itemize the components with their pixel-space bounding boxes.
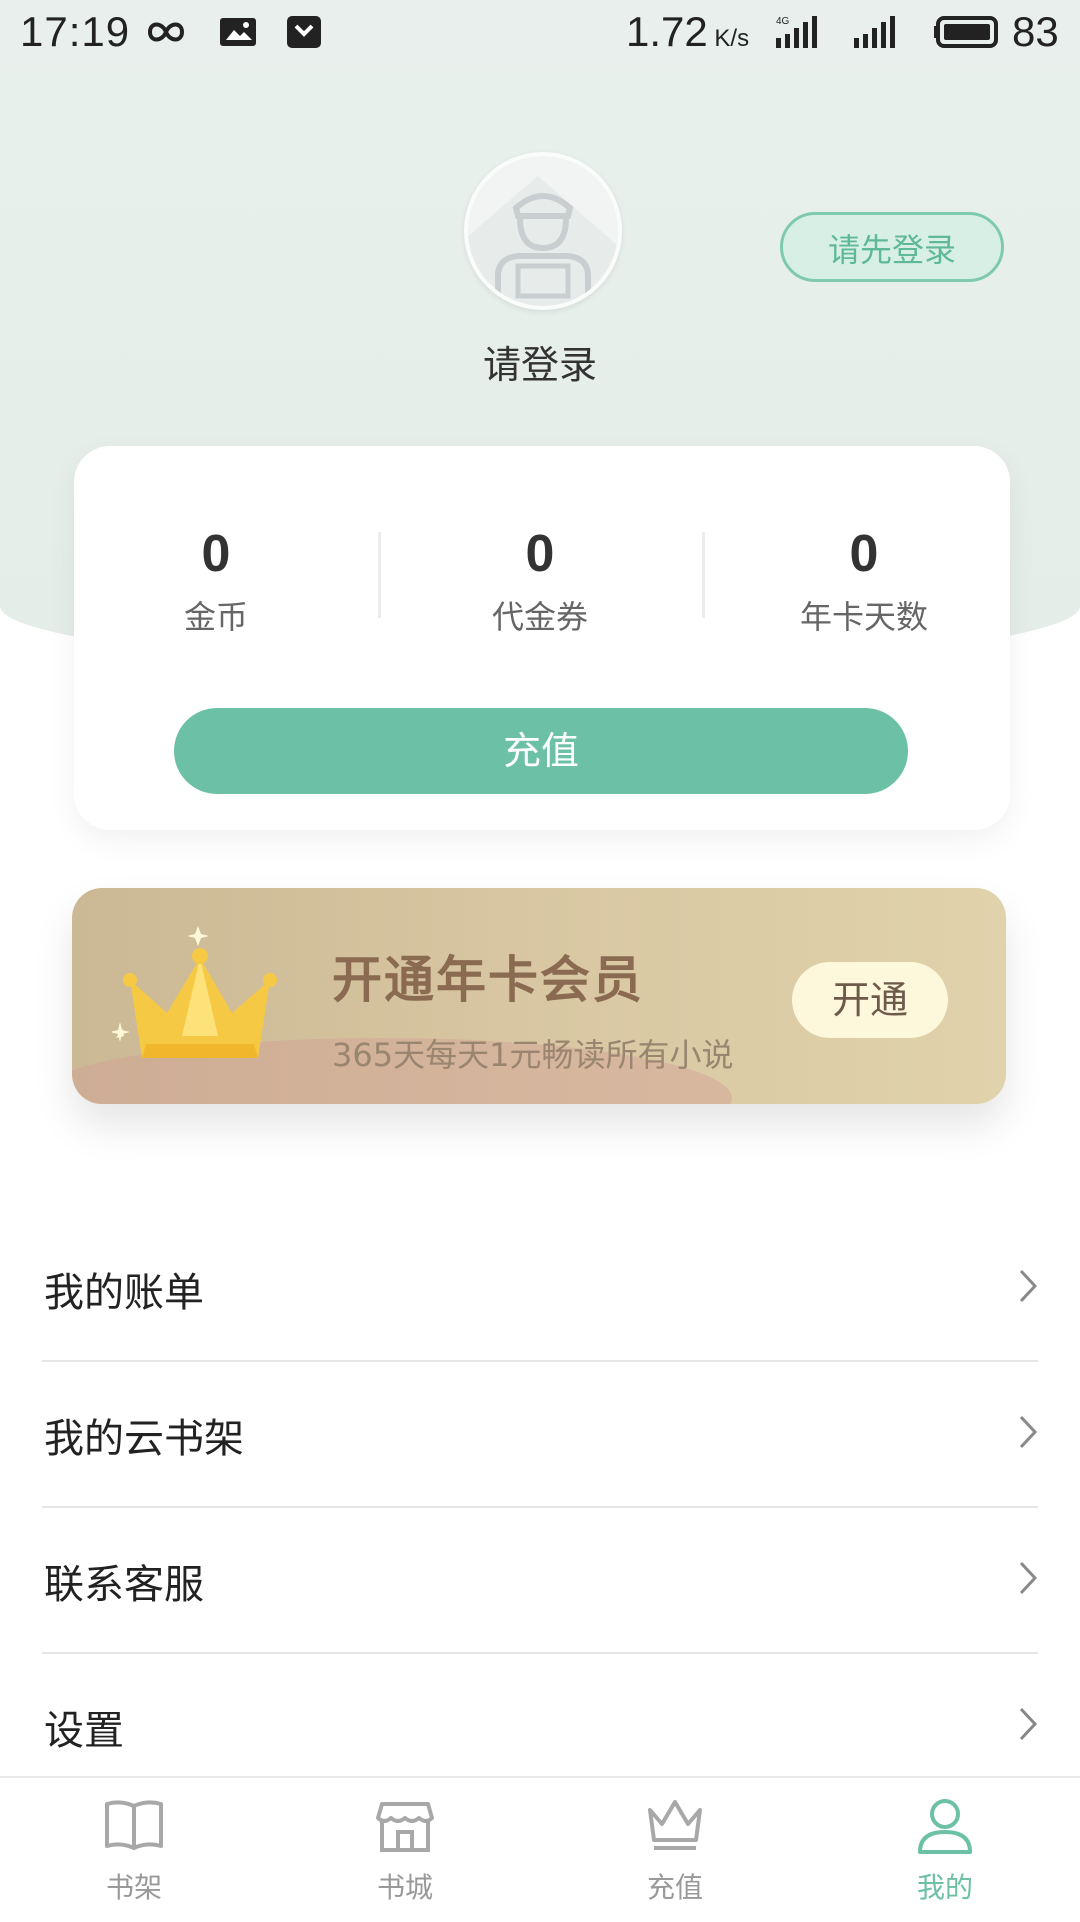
stat-value: 0: [201, 525, 231, 583]
infinity-icon: [147, 22, 185, 42]
settings-menu: 我的账单 我的云书架 联系客服 设置: [42, 1216, 1038, 1798]
store-icon: [376, 1802, 434, 1852]
user-icon: [918, 1799, 972, 1854]
svg-text:4G: 4G: [776, 16, 790, 27]
menu-label: 我的云书架: [44, 1416, 244, 1462]
tab-label: 书架: [105, 1871, 162, 1904]
vip-subtitle: 365天每天1元畅读所有小说: [332, 1036, 734, 1074]
divider: [378, 532, 381, 618]
status-bar: 17:19 1.72 K/s 4G 83: [0, 0, 1080, 66]
recharge-button[interactable]: 充值: [174, 708, 908, 794]
network-speed: 1.72 K/s: [626, 8, 750, 55]
chevron-right-icon: [1019, 1269, 1038, 1303]
vip-open-button[interactable]: 开通: [792, 962, 948, 1038]
tab-label: 充值: [646, 1871, 703, 1904]
stat-annual-days[interactable]: 0 年卡天数: [744, 524, 984, 638]
menu-item-customer-service[interactable]: 联系客服: [42, 1508, 1038, 1654]
signal-4g-icon: 4G: [776, 16, 817, 48]
stat-coins[interactable]: 0 金币: [96, 524, 336, 638]
battery-icon: [934, 16, 998, 48]
battery-level: 83: [1012, 8, 1059, 55]
tab-bookshelf[interactable]: 书架: [74, 1796, 194, 1906]
menu-label: 联系客服: [44, 1562, 204, 1608]
image-notification-icon: [220, 18, 256, 46]
signal-icon: [854, 16, 895, 48]
avatar[interactable]: [464, 152, 622, 310]
menu-label: 设置: [44, 1708, 124, 1754]
account-stats-card: 0 金币 0 代金券 0 年卡天数 充值: [74, 446, 1010, 830]
menu-item-bills[interactable]: 我的账单: [42, 1216, 1038, 1362]
crown-icon: [648, 1800, 702, 1850]
menu-label: 我的账单: [44, 1270, 204, 1316]
username-label[interactable]: 请登录: [0, 334, 1080, 389]
default-avatar-icon: [468, 176, 618, 306]
divider: [702, 532, 705, 618]
stat-label: 年卡天数: [799, 598, 928, 636]
book-icon: [105, 1800, 163, 1850]
vip-title: 开通年卡会员: [332, 951, 644, 1009]
vip-banner[interactable]: 开通年卡会员 365天每天1元畅读所有小说 开通: [72, 888, 1006, 1104]
stat-label: 代金券: [491, 598, 588, 636]
stat-label: 金币: [183, 598, 248, 636]
tab-mine[interactable]: 我的: [885, 1796, 1005, 1906]
bottom-tab-bar: 书架 书城 充值 我的: [0, 1776, 1080, 1922]
tab-label: 我的: [916, 1871, 973, 1904]
menu-item-cloud-shelf[interactable]: 我的云书架: [42, 1362, 1038, 1508]
chevron-right-icon: [1019, 1415, 1038, 1449]
tab-label: 书城: [376, 1871, 433, 1904]
tab-bookstore[interactable]: 书城: [345, 1796, 465, 1906]
tab-recharge[interactable]: 充值: [615, 1796, 735, 1906]
stat-value: 0: [849, 525, 879, 583]
login-button[interactable]: 请先登录: [780, 212, 1004, 282]
crown-icon: [112, 926, 277, 1058]
stat-value: 0: [525, 525, 555, 583]
chevron-right-icon: [1019, 1561, 1038, 1595]
stat-vouchers[interactable]: 0 代金券: [420, 524, 660, 638]
chevron-right-icon: [1019, 1707, 1038, 1741]
shield-notification-icon: [287, 16, 321, 48]
status-time: 17:19: [20, 8, 131, 55]
